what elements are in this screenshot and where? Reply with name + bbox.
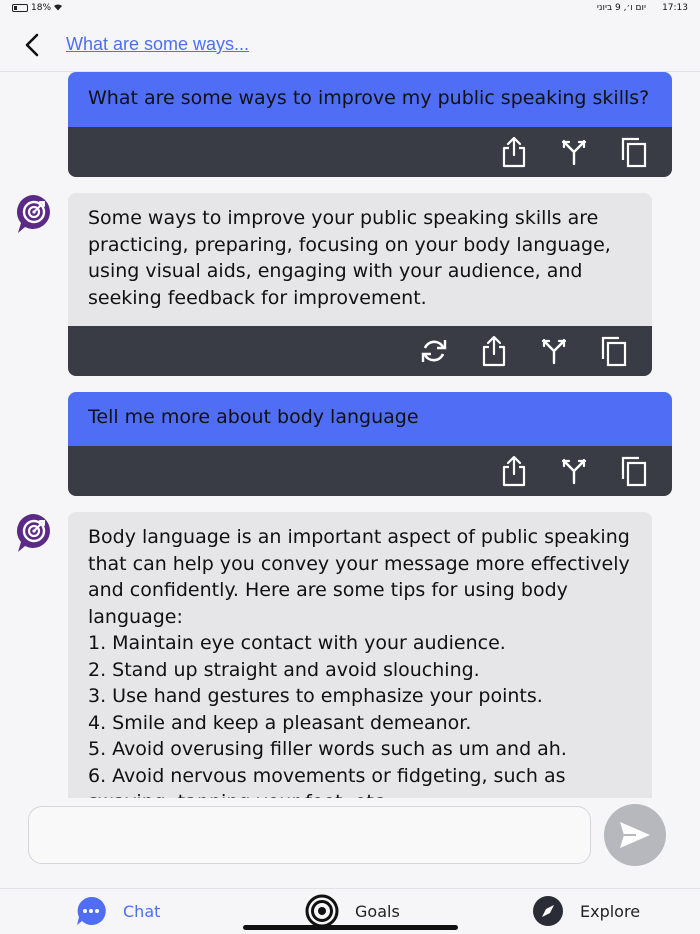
tab-label: Explore <box>580 901 641 921</box>
tab-explore[interactable]: Explore <box>532 889 640 933</box>
fork-icon[interactable] <box>558 455 590 487</box>
tab-chat[interactable]: Chat <box>75 889 160 933</box>
header: What are some ways... <box>0 18 700 72</box>
message-input[interactable] <box>28 806 591 864</box>
assistant-message: Some ways to improve your public speakin… <box>68 193 652 376</box>
wifi-icon <box>53 3 63 13</box>
tab-label: Goals <box>355 901 400 921</box>
message-text: Tell me more about body language <box>68 392 672 446</box>
share-icon[interactable] <box>478 335 510 367</box>
share-icon[interactable] <box>498 455 530 487</box>
message-actions <box>68 326 652 376</box>
chat-icon <box>77 896 106 925</box>
send-icon <box>620 822 650 848</box>
message-actions <box>68 127 672 177</box>
assistant-message: Body language is an important aspect of … <box>68 512 652 798</box>
user-message: Tell me more about body language <box>68 392 672 496</box>
assistant-avatar <box>16 513 52 553</box>
conversation-title[interactable]: What are some ways... <box>66 34 249 55</box>
fork-icon[interactable] <box>538 335 570 367</box>
user-message: What are some ways to improve my public … <box>68 72 672 177</box>
back-button[interactable] <box>18 30 48 60</box>
message-text: Some ways to improve your public speakin… <box>68 193 652 326</box>
copy-icon[interactable] <box>618 455 650 487</box>
battery-percent: 18% <box>31 3 52 13</box>
tab-label: Chat <box>123 901 161 921</box>
regenerate-icon[interactable] <box>418 335 450 367</box>
status-bar: 18% יום ו׳, 9 ביוני 17:13 <box>0 0 700 18</box>
copy-icon[interactable] <box>598 335 630 367</box>
status-time: 17:13 <box>662 3 688 13</box>
share-icon[interactable] <box>498 136 530 168</box>
compass-icon <box>533 896 563 926</box>
status-date: יום ו׳, 9 ביוני <box>596 3 646 13</box>
battery-icon <box>12 4 28 12</box>
chat-area[interactable]: What are some ways to improve my public … <box>0 72 700 798</box>
chevron-left-icon <box>25 33 39 57</box>
fork-icon[interactable] <box>558 136 590 168</box>
message-actions <box>68 446 672 496</box>
message-text: Body language is an important aspect of … <box>68 512 652 798</box>
target-icon <box>305 894 339 928</box>
copy-icon[interactable] <box>618 136 650 168</box>
home-indicator <box>243 925 458 930</box>
message-text: What are some ways to improve my public … <box>68 72 672 127</box>
assistant-avatar <box>16 194 52 234</box>
send-button[interactable] <box>604 804 666 866</box>
